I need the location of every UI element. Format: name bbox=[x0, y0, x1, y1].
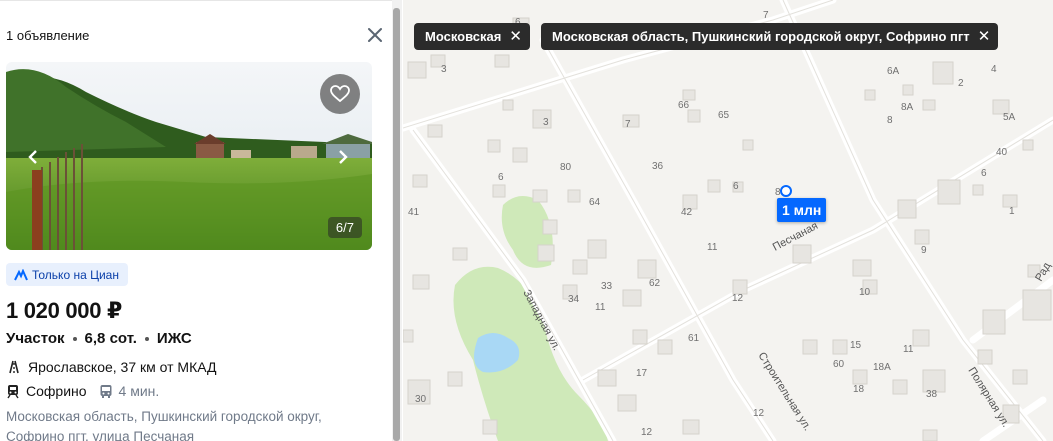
chevron-right-icon bbox=[339, 150, 348, 164]
highway-text: Ярославское, 37 км от МКАД bbox=[28, 359, 217, 375]
bus-icon bbox=[100, 384, 112, 398]
house-number: 10 bbox=[859, 287, 871, 298]
prev-photo-button[interactable] bbox=[20, 144, 46, 170]
param-type: Участок bbox=[6, 330, 65, 347]
listing-panel: 1 объявление 6/7 Только на Циан 1 020 00… bbox=[0, 0, 392, 441]
house-number: 64 bbox=[589, 197, 601, 208]
house-number: 34 bbox=[568, 294, 580, 305]
photo-image bbox=[6, 62, 372, 250]
filter-chip-region[interactable]: Московская ✕ bbox=[414, 23, 530, 50]
house-number: 8 bbox=[887, 115, 893, 126]
house-number: 65 bbox=[718, 110, 730, 121]
house-number: 11 bbox=[707, 242, 718, 253]
house-number: 30 bbox=[415, 394, 427, 405]
listing-params: Участок 6,8 сот. ИЖС bbox=[6, 330, 192, 347]
listing-price[interactable]: 1 020 000 ₽ bbox=[6, 298, 122, 324]
house-number: 18 bbox=[853, 384, 865, 395]
house-number: 4 bbox=[991, 64, 997, 75]
house-number: 11 bbox=[903, 344, 914, 355]
house-number: 60 bbox=[833, 359, 845, 370]
map-canvas: 7 6А 4 3 6 66 65 8А 8 5А 2 3 7 40 36 80 … bbox=[403, 0, 1053, 441]
house-number: 62 bbox=[649, 278, 661, 289]
station-time: 4 мин. bbox=[118, 383, 160, 399]
listing-address: Московская область, Пушкинский городской… bbox=[6, 409, 322, 441]
house-number: 38 bbox=[926, 389, 938, 400]
station-name[interactable]: Софрино bbox=[26, 383, 87, 399]
house-number: 7 bbox=[625, 119, 631, 130]
favorite-button[interactable] bbox=[320, 74, 360, 114]
highway-icon bbox=[9, 360, 19, 374]
filter-chip-label: Московская область, Пушкинский городской… bbox=[552, 29, 970, 44]
house-number: 1 bbox=[1009, 206, 1015, 217]
house-number: 3 bbox=[441, 64, 447, 75]
house-number: 12 bbox=[641, 427, 653, 438]
price-pin[interactable]: 1 млн bbox=[777, 198, 827, 222]
house-number: 18А bbox=[873, 362, 891, 373]
house-number: 36 bbox=[652, 161, 664, 172]
street-label: Строительная ул. bbox=[755, 350, 813, 433]
house-number: 5А bbox=[1003, 112, 1016, 123]
house-number: 6 bbox=[733, 181, 739, 192]
map-area[interactable]: 7 6А 4 3 6 66 65 8А 8 5А 2 3 7 40 36 80 … bbox=[403, 0, 1053, 441]
exclusive-badge: Только на Циан bbox=[6, 263, 128, 286]
close-icon[interactable]: ✕ bbox=[509, 29, 522, 44]
house-number: 61 bbox=[688, 333, 700, 344]
house-number: 33 bbox=[601, 281, 613, 292]
train-icon bbox=[7, 384, 19, 398]
station-row: Софрино 4 мин. bbox=[6, 383, 159, 399]
house-number: 40 bbox=[996, 147, 1008, 158]
house-number: 6 bbox=[981, 168, 987, 179]
next-photo-button[interactable] bbox=[330, 144, 356, 170]
separator-dot bbox=[72, 336, 77, 341]
filter-chip-locality[interactable]: Московская область, Пушкинский городской… bbox=[541, 23, 999, 50]
param-category: ИЖС bbox=[156, 330, 192, 347]
house-number: 8А bbox=[901, 102, 914, 113]
house-number: 17 bbox=[636, 368, 648, 379]
param-area: 6,8 сот. bbox=[84, 330, 137, 347]
filter-chip-label: Московская bbox=[425, 29, 502, 44]
house-number: 9 bbox=[921, 245, 927, 256]
heart-icon bbox=[330, 85, 350, 103]
photo-counter: 6/7 bbox=[327, 217, 362, 238]
house-number: 11 bbox=[595, 302, 606, 313]
listing-photo[interactable]: 6/7 bbox=[6, 62, 372, 250]
house-number: 12 bbox=[732, 293, 744, 304]
house-number: 3 bbox=[543, 117, 549, 128]
results-count: 1 объявление bbox=[6, 28, 90, 43]
highway-row: Ярославское, 37 км от МКАД bbox=[6, 359, 217, 375]
house-number: 2 bbox=[958, 78, 964, 89]
badge-label: Только на Циан bbox=[32, 267, 119, 282]
house-number: 42 bbox=[681, 207, 693, 218]
scrollbar-thumb[interactable] bbox=[393, 8, 400, 441]
house-number: 41 bbox=[408, 207, 420, 218]
house-number: 80 bbox=[560, 162, 572, 173]
pin-label: 1 млн bbox=[782, 202, 822, 218]
chevron-left-icon bbox=[28, 150, 37, 164]
close-icon[interactable] bbox=[366, 26, 384, 44]
house-number: 66 bbox=[678, 100, 690, 111]
separator-dot bbox=[144, 336, 149, 341]
location-marker[interactable] bbox=[780, 185, 792, 197]
house-number: 6 bbox=[498, 172, 504, 183]
house-number: 15 bbox=[850, 340, 862, 351]
cian-logo-icon bbox=[14, 268, 28, 280]
house-number: 7 bbox=[763, 10, 769, 21]
close-icon[interactable]: ✕ bbox=[978, 29, 991, 44]
house-number: 6А bbox=[887, 66, 900, 77]
house-number: 12 bbox=[753, 408, 765, 419]
